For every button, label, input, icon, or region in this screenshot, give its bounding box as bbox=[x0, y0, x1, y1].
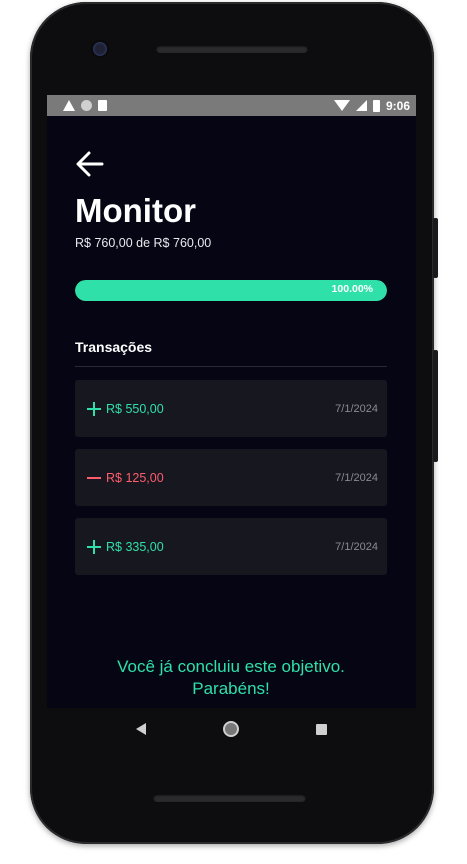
transaction-row[interactable]: R$ 335,00 7/1/2024 bbox=[75, 518, 387, 575]
progress-bar: 100.00% bbox=[75, 280, 387, 301]
transaction-list: R$ 550,00 7/1/2024 R$ 125,00 7/1/2024 R$ 335… bbox=[75, 380, 387, 587]
nav-recent-icon[interactable] bbox=[316, 723, 328, 735]
progress-fill: 100.00% bbox=[75, 280, 387, 301]
completion-line-1: Você já concluiu este objetivo. bbox=[117, 657, 345, 676]
transaction-row[interactable]: R$ 550,00 7/1/2024 bbox=[75, 380, 387, 437]
transaction-row[interactable]: R$ 125,00 7/1/2024 bbox=[75, 449, 387, 506]
transaction-date: 7/1/2024 bbox=[335, 402, 378, 415]
volume-button bbox=[433, 350, 438, 462]
status-time: 9:06 bbox=[385, 98, 410, 113]
warning-icon bbox=[63, 100, 75, 111]
sd-card-icon bbox=[98, 100, 107, 111]
minus-icon bbox=[87, 471, 101, 485]
arrow-left-icon bbox=[76, 151, 104, 177]
completion-line-2: Parabéns! bbox=[192, 679, 270, 698]
transaction-amount: R$ 125,00 bbox=[106, 470, 164, 485]
power-button bbox=[433, 218, 438, 278]
status-bar: 9:06 bbox=[47, 95, 416, 116]
circle-icon bbox=[81, 100, 92, 111]
divider bbox=[75, 366, 387, 367]
back-button[interactable] bbox=[75, 149, 105, 179]
transaction-amount: R$ 550,00 bbox=[106, 401, 164, 416]
signal-icon bbox=[355, 100, 367, 111]
bottom-speaker bbox=[153, 794, 306, 802]
transaction-date: 7/1/2024 bbox=[335, 471, 378, 484]
transaction-amount: R$ 335,00 bbox=[106, 539, 164, 554]
completion-message: Você já concluiu este objetivo. Parabéns… bbox=[75, 656, 387, 700]
nav-back-icon[interactable] bbox=[135, 723, 146, 735]
wifi-icon bbox=[333, 100, 350, 111]
navigation-bar bbox=[47, 708, 416, 750]
goal-amount: R$ 760,00 de R$ 760,00 bbox=[75, 236, 212, 250]
transaction-date: 7/1/2024 bbox=[335, 540, 378, 553]
front-camera bbox=[93, 42, 107, 56]
nav-home-icon[interactable] bbox=[222, 721, 239, 737]
page-title: Monitor bbox=[75, 192, 196, 229]
plus-icon bbox=[87, 539, 101, 554]
screen: 9:06 Monitor R$ 760,00 de R$ 760,00 100.… bbox=[47, 95, 416, 708]
battery-icon bbox=[372, 99, 380, 112]
top-speaker bbox=[156, 45, 308, 53]
plus-icon bbox=[87, 401, 101, 416]
section-title: Transações bbox=[75, 339, 153, 355]
progress-label: 100.00% bbox=[331, 283, 373, 295]
